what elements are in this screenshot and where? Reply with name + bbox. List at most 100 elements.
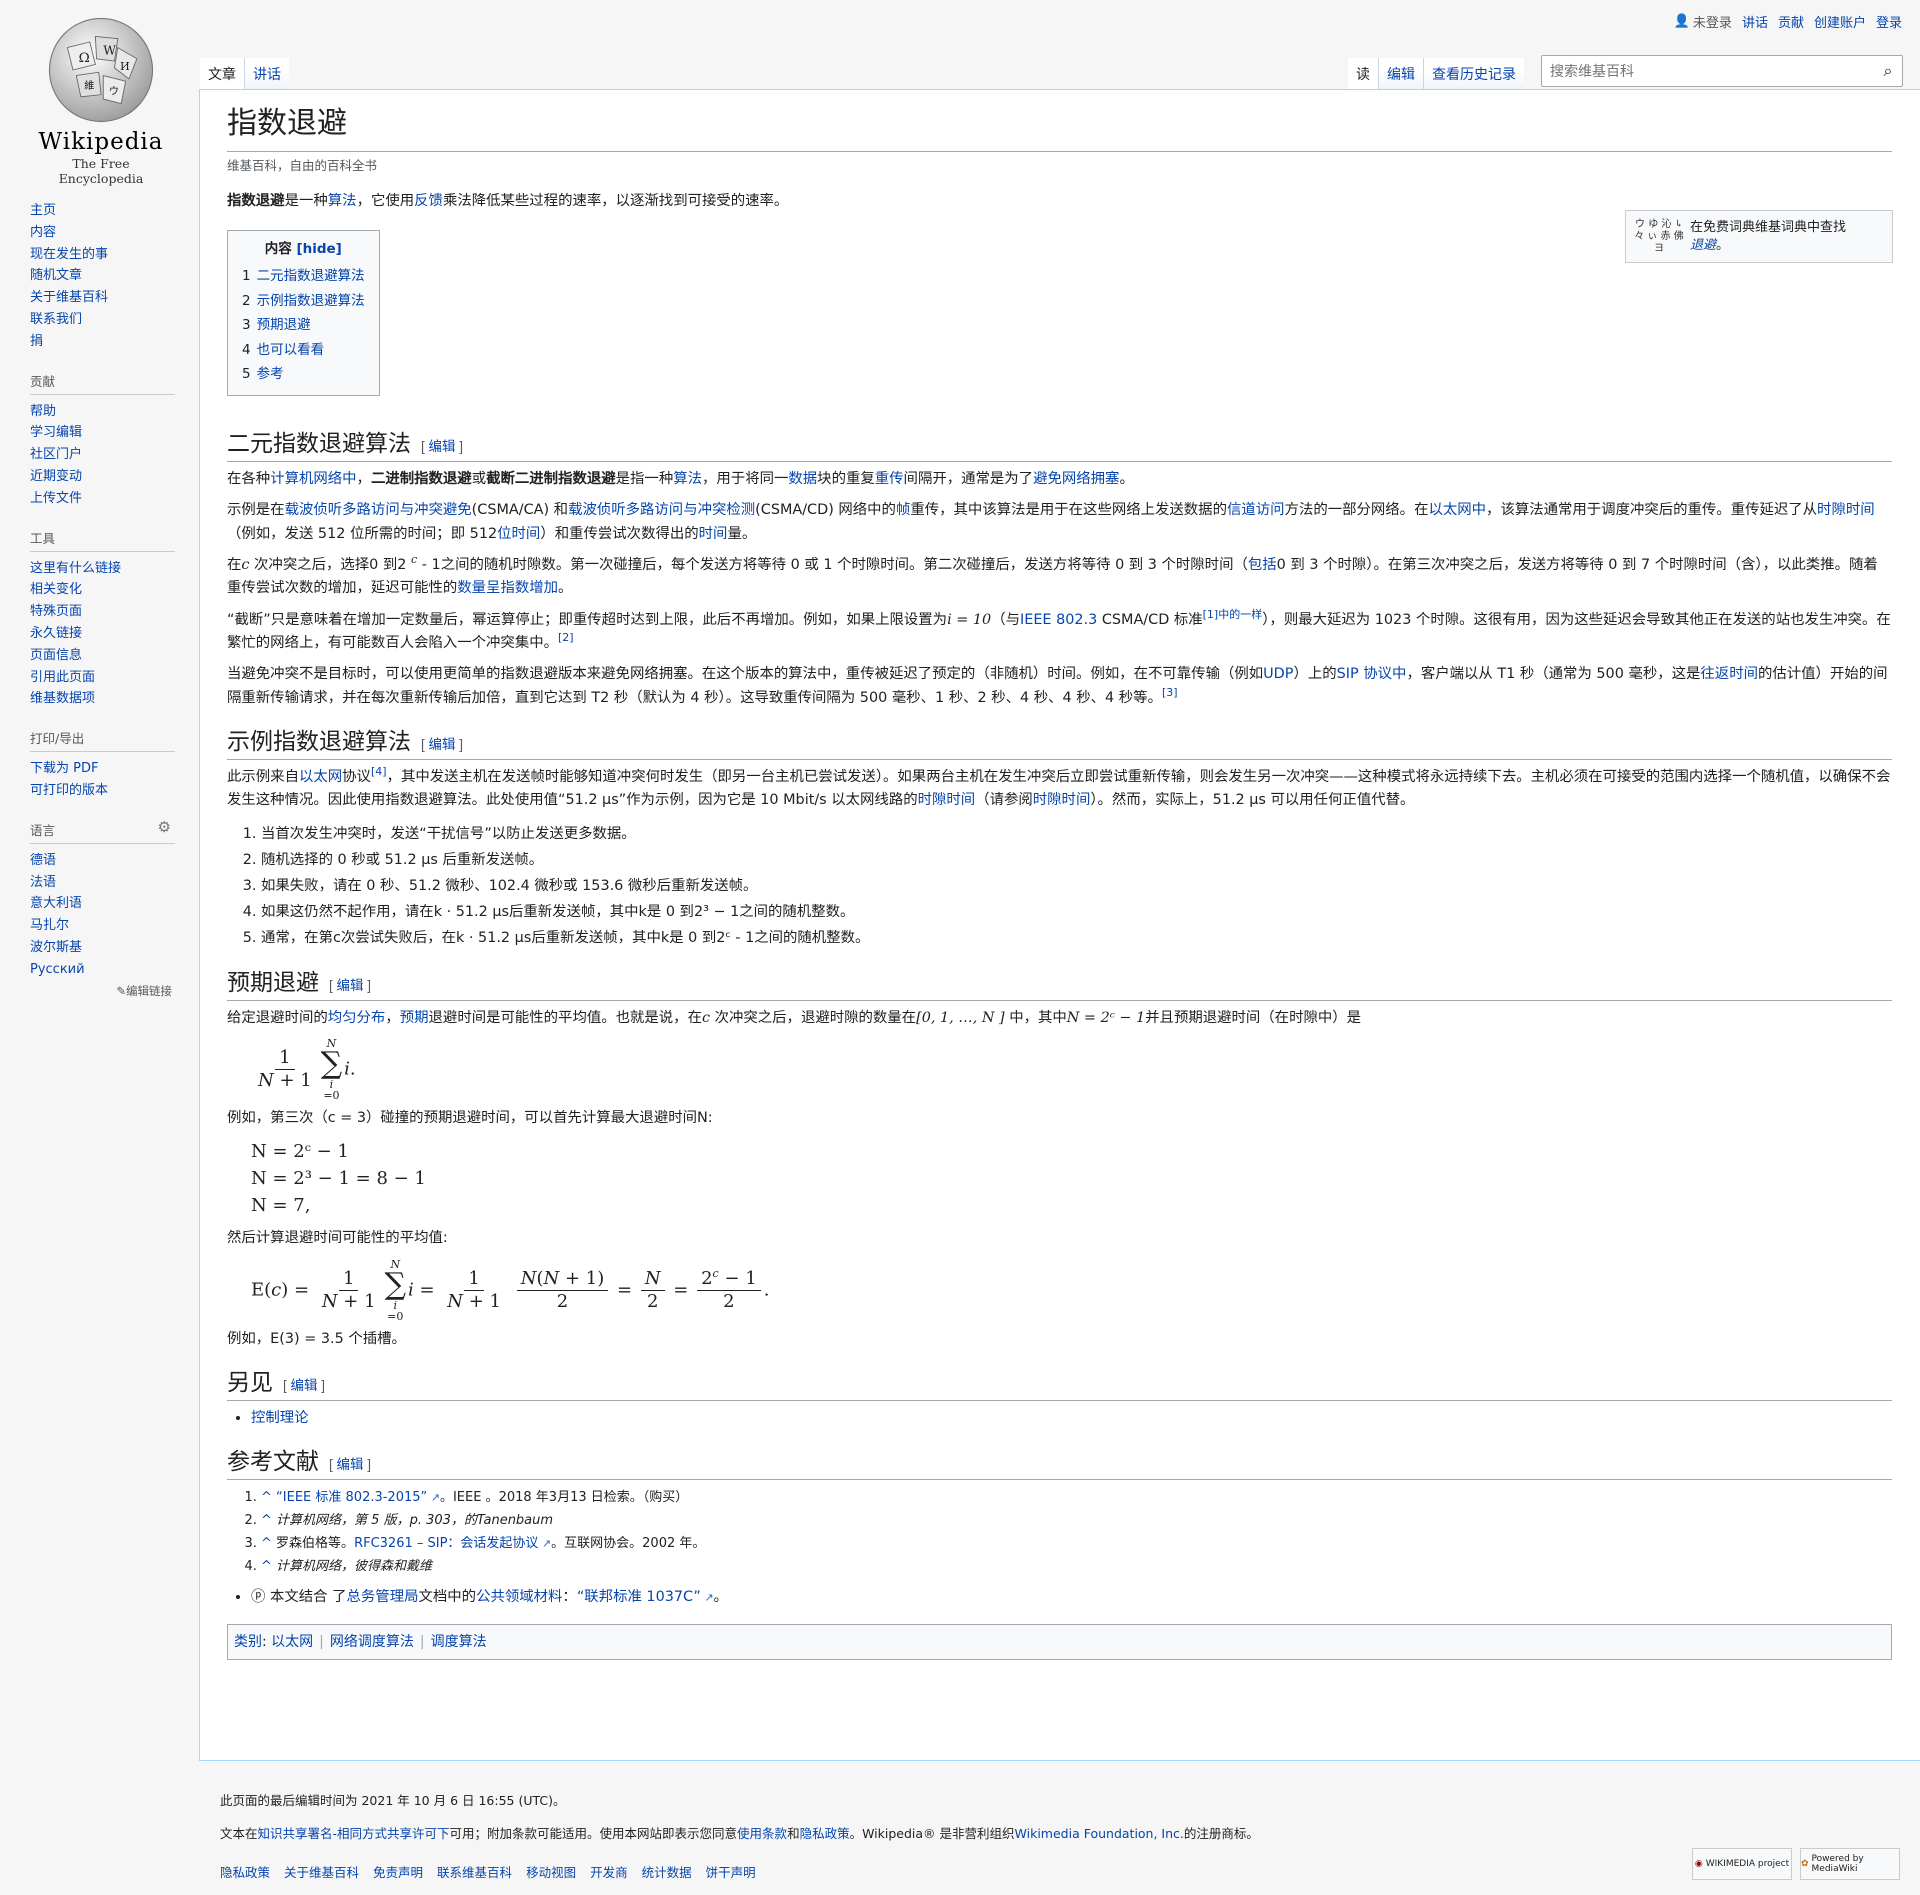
footer-link-privacy[interactable]: 隐私政策 — [220, 1862, 270, 1881]
tab-article[interactable]: 文章 — [200, 58, 244, 90]
link[interactable]: 避免网络拥塞 — [1033, 471, 1119, 487]
toc-item[interactable]: 3 预期退避 — [242, 313, 365, 338]
link[interactable]: 时间 — [699, 526, 728, 542]
toc-link[interactable]: 二元指数退避算法 — [257, 268, 365, 284]
sidebar-item-help[interactable]: 帮助 — [30, 404, 56, 419]
sidebar-item-related-changes[interactable]: 相关变化 — [30, 582, 82, 597]
sidebar-item-donate[interactable]: 捐 — [30, 334, 43, 349]
citation[interactable]: [3] — [1162, 686, 1178, 699]
sidebar-item-page-info[interactable]: 页面信息 — [30, 648, 82, 663]
backlink-caret[interactable]: ^ — [261, 1513, 272, 1528]
link[interactable]: 载波侦听多路访问与冲突避免 — [285, 502, 472, 518]
sidebar-lang-de[interactable]: 德语 — [30, 853, 56, 868]
wiktionary-link[interactable]: 退避 — [1690, 238, 1716, 253]
sidebar-item-permalink[interactable]: 永久链接 — [30, 626, 82, 641]
tab-talk[interactable]: 讲话 — [244, 58, 289, 90]
external-link[interactable]: “联邦标准 1037C” — [577, 1589, 714, 1605]
create-account-link[interactable]: 创建账户 — [1814, 12, 1866, 31]
edit-section-link[interactable]: 编辑 — [429, 737, 456, 752]
edit-section-link[interactable]: 编辑 — [337, 1457, 364, 1472]
link[interactable]: 以太网中 — [1428, 502, 1486, 518]
toc-item[interactable]: 5 参考 — [242, 362, 365, 387]
link[interactable]: 中的一样 — [1218, 608, 1262, 621]
sidebar-lang-ru[interactable]: Русский — [30, 962, 85, 977]
link[interactable]: Wikimedia Foundation, Inc. — [1015, 1826, 1184, 1841]
sidebar-item-main[interactable]: 主页 — [30, 203, 56, 218]
edit-section-link[interactable]: 编辑 — [291, 1378, 318, 1393]
backlink-caret[interactable]: ^ — [261, 1490, 272, 1505]
sidebar-item-contents[interactable]: 内容 — [30, 225, 56, 240]
sidebar-item-whatlinkshere[interactable]: 这里有什么链接 — [30, 561, 121, 576]
category-link[interactable]: 网络调度算法 — [330, 1634, 414, 1650]
sidebar-item-cite[interactable]: 引用此页面 — [30, 670, 95, 685]
sidebar-item-download-pdf[interactable]: 下载为 PDF — [30, 761, 98, 776]
link[interactable]: 往返时间 — [1700, 666, 1758, 682]
tab-read[interactable]: 读 — [1348, 58, 1378, 90]
footer-link-stats[interactable]: 统计数据 — [642, 1862, 692, 1881]
link[interactable]: 位时间 — [497, 526, 540, 542]
link[interactable]: 载波侦听多路访问与冲突检测 — [568, 502, 755, 518]
link[interactable]: 隐私政策 — [800, 1826, 850, 1841]
link[interactable]: 均匀分布 — [328, 1010, 386, 1026]
gear-icon[interactable]: ⚙ — [158, 818, 171, 836]
footer-link-developers[interactable]: 开发商 — [590, 1862, 628, 1881]
tab-history[interactable]: 查看历史记录 — [1423, 58, 1524, 90]
link[interactable]: 公共领域材料 — [476, 1589, 562, 1605]
external-link[interactable]: “IEEE 标准 802.3-2015” — [276, 1490, 440, 1505]
link[interactable]: 知识共享署名-相同方式共享许可下 — [258, 1826, 450, 1841]
sidebar-item-wikidata[interactable]: 维基数据项 — [30, 691, 95, 706]
sidebar-item-contact[interactable]: 联系我们 — [30, 312, 82, 327]
sidebar-item-about[interactable]: 关于维基百科 — [30, 290, 108, 305]
mediawiki-badge[interactable]: ✿ Powered by MediaWiki — [1800, 1848, 1900, 1880]
link[interactable]: 时隙时间 — [1033, 792, 1091, 808]
wikimedia-badge[interactable]: ◉ WIKIMEDIA project — [1692, 1848, 1792, 1880]
tab-edit[interactable]: 编辑 — [1378, 58, 1423, 90]
login-link[interactable]: 登录 — [1876, 12, 1902, 31]
sidebar-item-upload[interactable]: 上传文件 — [30, 491, 82, 506]
sidebar-item-recent-changes[interactable]: 近期变动 — [30, 469, 82, 484]
category-link[interactable]: 以太网 — [271, 1634, 313, 1650]
sidebar-lang-fr[interactable]: 法语 — [30, 875, 56, 890]
link[interactable]: 算法 — [673, 471, 702, 487]
link[interactable]: 以太网 — [299, 769, 342, 785]
link[interactable]: 计算机网络中 — [270, 471, 356, 487]
footer-link-disclaimer[interactable]: 免责声明 — [373, 1862, 423, 1881]
search-input[interactable] — [1542, 57, 1874, 85]
backlink-caret[interactable]: ^ — [261, 1536, 272, 1551]
categories-label[interactable]: 类别 — [234, 1634, 262, 1650]
personal-contributions-link[interactable]: 贡献 — [1778, 12, 1804, 31]
link-algorithm[interactable]: 算法 — [328, 193, 357, 209]
link-feedback[interactable]: 反馈 — [414, 193, 443, 209]
link[interactable]: UDP — [1263, 666, 1293, 682]
link[interactable]: 时隙时间 — [918, 792, 976, 808]
link[interactable]: 总务管理局 — [347, 1589, 419, 1605]
search-icon[interactable]: ⌕ — [1874, 61, 1902, 81]
toc-link[interactable]: 示例指数退避算法 — [257, 293, 365, 309]
toc-item[interactable]: 2 示例指数退避算法 — [242, 289, 365, 314]
external-link[interactable]: RFC3261 – SIP：会话发起协议 — [354, 1536, 551, 1551]
sidebar-item-current-events[interactable]: 现在发生的事 — [30, 247, 108, 262]
sidebar-lang-it[interactable]: 意大利语 — [30, 896, 82, 911]
sidebar-lang-hu[interactable]: 马扎尔 — [30, 918, 69, 933]
footer-link-mobile[interactable]: 移动视图 — [526, 1862, 576, 1881]
sidebar-item-community[interactable]: 社区门户 — [30, 447, 82, 462]
link[interactable]: 信道访问 — [1227, 502, 1285, 518]
citation[interactable]: [2] — [558, 631, 574, 644]
footer-link-cookies[interactable]: 饼干声明 — [706, 1862, 756, 1881]
toc-link[interactable]: 参考 — [257, 366, 284, 382]
citation[interactable]: [4] — [371, 765, 387, 778]
footer-link-about[interactable]: 关于维基百科 — [284, 1862, 359, 1881]
link[interactable]: 预期 — [400, 1010, 429, 1026]
link[interactable]: 时隙时间 — [1817, 502, 1875, 518]
link[interactable]: SIP 协议中 — [1337, 666, 1407, 682]
sidebar-item-learn-edit[interactable]: 学习编辑 — [30, 425, 82, 440]
sidebar-item-random[interactable]: 随机文章 — [30, 268, 82, 283]
sidebar-lang-pl[interactable]: 波尔斯基 — [30, 940, 82, 955]
backlink-caret[interactable]: ^ — [261, 1559, 272, 1574]
sidebar-item-special-pages[interactable]: 特殊页面 — [30, 604, 82, 619]
link[interactable]: 重传 — [875, 471, 904, 487]
edit-links[interactable]: ✎编辑链接 — [30, 983, 190, 999]
link[interactable]: 数量呈指数增加 — [457, 580, 558, 596]
link[interactable]: 包括 — [1248, 557, 1277, 573]
toc-link[interactable]: 预期退避 — [257, 317, 311, 333]
